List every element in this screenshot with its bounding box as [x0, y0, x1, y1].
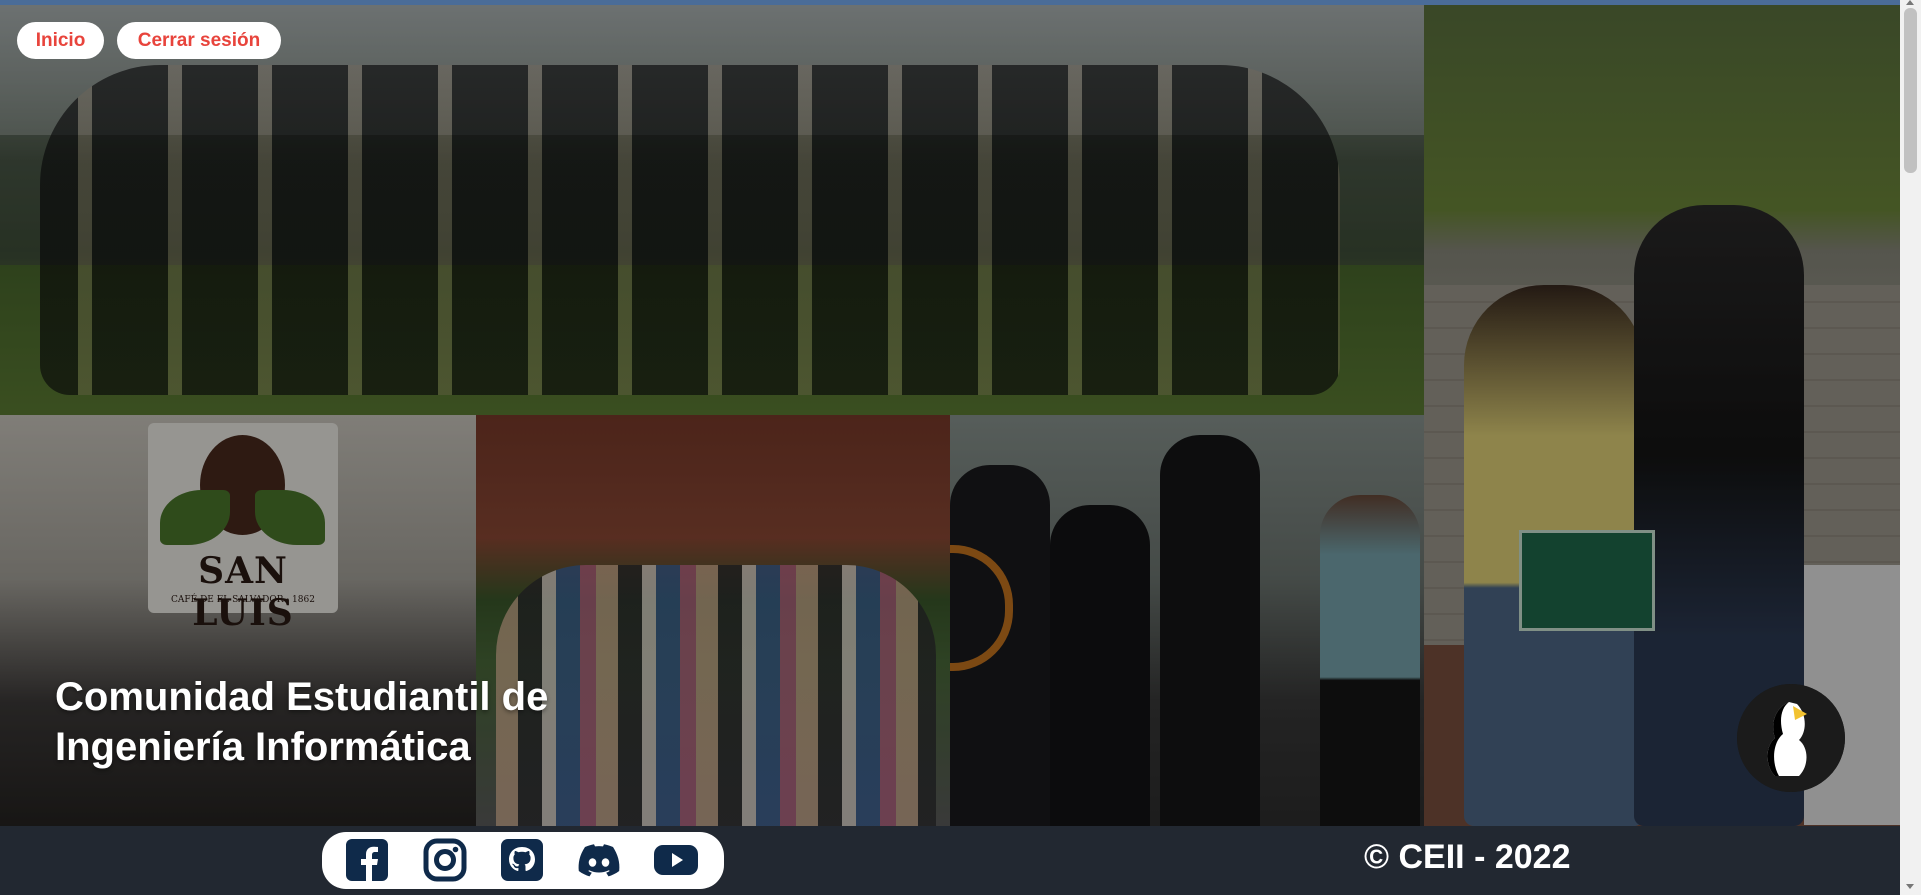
group-photo [0, 5, 1424, 415]
home-button[interactable]: Inicio [17, 22, 104, 59]
youtube-icon[interactable] [653, 838, 699, 882]
scroll-thumb[interactable] [1904, 8, 1917, 173]
social-links [322, 832, 724, 889]
title-line-1: Comunidad Estudiantil de [55, 675, 549, 719]
scroll-up-arrow-icon[interactable] [1906, 0, 1914, 5]
sign-text: SAN LUIS [192, 550, 294, 634]
title-line-2: Ingeniería Informática [55, 725, 471, 769]
footer: © CEII - 2022 [0, 826, 1900, 895]
scrollbar[interactable] [1900, 0, 1921, 895]
instagram-icon[interactable] [422, 838, 468, 882]
github-icon[interactable] [499, 838, 545, 882]
sign-subtext: CAFÉ DE EL SALVADOR · 1862 [171, 595, 315, 605]
ceii-penguin-logo [1737, 684, 1845, 792]
scroll-down-arrow-icon[interactable] [1906, 884, 1914, 889]
page-title: Comunidad Estudiantil de Ingeniería Info… [55, 672, 705, 772]
copyright-text: © CEII - 2022 [1364, 838, 1571, 876]
logout-button[interactable]: Cerrar sesión [117, 22, 281, 59]
discord-icon[interactable] [576, 838, 622, 882]
open-house-photo [950, 415, 1424, 826]
facebook-icon[interactable] [344, 838, 390, 882]
